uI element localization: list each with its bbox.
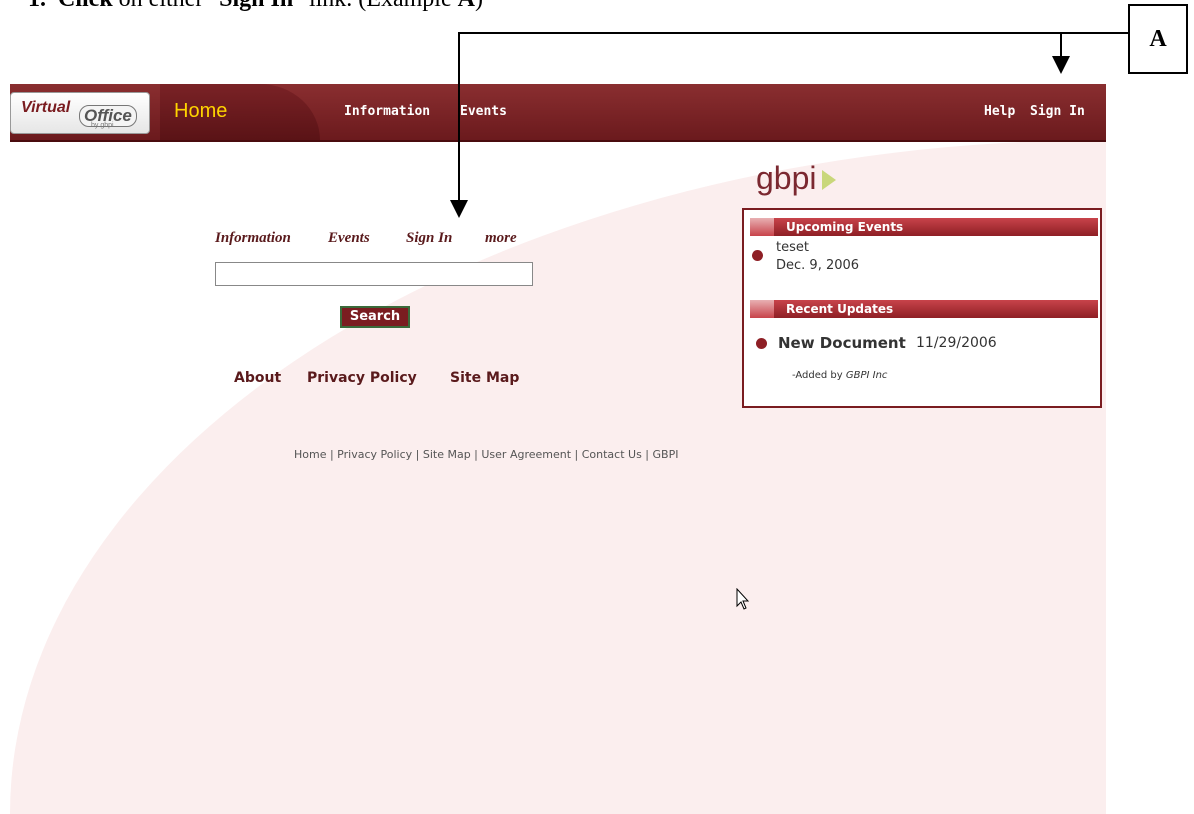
nav-sign-in[interactable]: Sign In bbox=[1030, 104, 1085, 119]
annotation-line-top bbox=[458, 32, 1128, 34]
instruction-text: 1. Click on either "Sign In" link. (Exam… bbox=[28, 0, 483, 16]
link-more[interactable]: more bbox=[485, 230, 517, 247]
bullet-icon bbox=[756, 338, 767, 349]
gbpi-logo: gbpi bbox=[756, 160, 817, 196]
gbpi-logo-arrow-icon bbox=[822, 170, 836, 190]
recent-updates-header: Recent Updates bbox=[774, 300, 1098, 318]
browser-page: Virtual Office by gbpi Home Information … bbox=[10, 84, 1106, 814]
nav-help[interactable]: Help bbox=[984, 104, 1015, 119]
annotation-line-right bbox=[1060, 32, 1062, 56]
arrow-down-icon bbox=[1052, 56, 1070, 74]
arrow-down-icon bbox=[450, 200, 468, 218]
logo-text-by: by gbpi bbox=[91, 122, 114, 129]
search-input[interactable] bbox=[215, 262, 533, 286]
events-panel: Upcoming Events teset Dec. 9, 2006 Recen… bbox=[742, 208, 1102, 408]
added-by-text: -Added by GBPI Inc bbox=[792, 370, 888, 381]
logo-text-virtual: Virtual bbox=[21, 99, 71, 116]
callout-label: A bbox=[1128, 4, 1188, 74]
annotation-line-left bbox=[458, 32, 460, 200]
link-site-map[interactable]: Site Map bbox=[450, 370, 519, 386]
nav-information[interactable]: Information bbox=[344, 104, 430, 119]
search-button[interactable]: Search bbox=[340, 306, 410, 328]
mouse-cursor-icon bbox=[736, 588, 750, 610]
update-date: 11/29/2006 bbox=[916, 335, 997, 351]
link-sign-in[interactable]: Sign In bbox=[406, 230, 452, 247]
link-information[interactable]: Information bbox=[215, 230, 291, 247]
link-privacy-policy[interactable]: Privacy Policy bbox=[307, 370, 417, 386]
update-title[interactable]: New Document bbox=[778, 334, 906, 352]
event-date: Dec. 9, 2006 bbox=[776, 258, 860, 273]
footer-links[interactable]: Home | Privacy Policy | Site Map | User … bbox=[294, 448, 678, 461]
virtual-office-logo[interactable]: Virtual Office by gbpi bbox=[10, 92, 150, 134]
upcoming-events-header: Upcoming Events bbox=[774, 218, 1098, 236]
nav-events[interactable]: Events bbox=[460, 104, 507, 119]
link-events[interactable]: Events bbox=[328, 230, 370, 247]
top-nav-bar: Virtual Office by gbpi Home Information … bbox=[10, 84, 1106, 142]
bullet-icon bbox=[752, 250, 763, 261]
nav-home[interactable]: Home bbox=[174, 100, 227, 123]
link-about[interactable]: About bbox=[234, 370, 281, 386]
event-name[interactable]: teset bbox=[776, 240, 809, 255]
